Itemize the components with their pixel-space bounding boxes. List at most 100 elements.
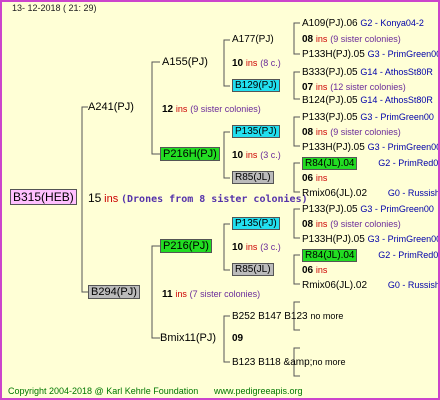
g3-a-line: G3 - PrimGreen00: [360, 112, 434, 122]
g5-ins: ins: [315, 219, 328, 229]
p216h-ins: ins: [245, 150, 258, 160]
g8-row[interactable]: B123 B118 &amp;no more: [232, 356, 345, 369]
g6-a-line: G2 - PrimRed01: [378, 250, 440, 260]
root-label: B315(HEB): [10, 189, 77, 205]
g2-ins: ins: [315, 82, 328, 92]
a155-node[interactable]: A155(PJ): [162, 56, 208, 68]
dam-label: B294(PJ): [88, 285, 140, 299]
sire-info: 12 ins (9 sister colonies): [162, 103, 261, 116]
p216-ins: ins: [245, 242, 258, 252]
g6-a[interactable]: R84(JL).04 G2 - PrimRed01: [302, 249, 440, 262]
g6-b-line: G0 - Russish: [387, 280, 440, 290]
g2-b[interactable]: B124(PJ).05 G14 - AthosSt80R: [302, 94, 433, 107]
r85a-label: R85(JL): [232, 171, 274, 184]
g1-b-label: P133H(PJ).05: [302, 49, 365, 60]
g1-a-line: G2 - Konya04-2: [360, 18, 424, 28]
dam-sis: (7 sister colonies): [189, 289, 261, 299]
g4-b[interactable]: Rmix06(JL).02 G0 - Russish: [302, 187, 440, 200]
r85b-node[interactable]: R85(JL): [232, 263, 274, 276]
g7-more: no more: [310, 311, 344, 321]
p216h-num: 10: [232, 150, 244, 161]
r85a-node[interactable]: R85(JL): [232, 171, 274, 184]
r85b-label: R85(JL): [232, 263, 274, 276]
g4-info: 06 ins: [302, 172, 327, 185]
dam-node[interactable]: B294(PJ): [88, 285, 140, 299]
g1-num: 08: [302, 34, 314, 45]
b129-node[interactable]: B129(PJ): [232, 79, 280, 92]
root-ins: ins: [104, 193, 119, 205]
g4-b-line: G0 - Russish: [387, 188, 440, 198]
p216-label: P216(PJ): [160, 239, 212, 253]
dam-ins: ins: [175, 289, 187, 299]
g1-b[interactable]: P133H(PJ).05 G3 - PrimGreen00: [302, 48, 440, 61]
g2-a[interactable]: B333(PJ).05 G14 - AthosSt80R: [302, 66, 433, 79]
g1-a[interactable]: A109(PJ).06 G2 - Konya04-2: [302, 17, 424, 30]
p216-num: 10: [232, 242, 244, 253]
a155-num: 10: [232, 58, 244, 69]
g6-b[interactable]: Rmix06(JL).02 G0 - Russish: [302, 279, 440, 292]
sire-sis: (9 sister colonies): [190, 104, 261, 114]
g2-a-line: G14 - AthosSt80R: [360, 67, 433, 77]
g6-a-label: R84(JL).04: [302, 249, 358, 262]
g4-a[interactable]: R84(JL).04 G2 - PrimRed01: [302, 157, 440, 170]
g1-sis: (9 sister colonies): [330, 34, 401, 44]
p216h-label: P216H(PJ): [160, 147, 220, 161]
g3-b[interactable]: P133H(PJ).05 G3 - PrimGreen00: [302, 141, 440, 154]
sire-node[interactable]: A241(PJ): [88, 101, 134, 113]
bmix-info: 09: [232, 333, 243, 345]
g3-sis: (9 sister colonies): [330, 127, 401, 137]
g5-a[interactable]: P133(PJ).05 G3 - PrimGreen00: [302, 203, 434, 216]
g4-a-label: R84(JL).04: [302, 157, 358, 170]
g4-b-label: Rmix06(JL).02: [302, 188, 368, 199]
g5-b-line: G3 - PrimGreen00: [367, 234, 440, 244]
p135a-label: P135(PJ): [232, 125, 280, 138]
a177-node[interactable]: A177(PJ): [232, 34, 274, 46]
dam-num: 11: [162, 289, 173, 300]
g2-b-line: G14 - AthosSt80R: [360, 95, 433, 105]
g6-info: 06 ins: [302, 264, 327, 277]
dam-info: 11 ins (7 sister colonies): [162, 288, 260, 301]
root-node[interactable]: B315(HEB): [10, 189, 77, 205]
g6-num: 06: [302, 265, 314, 276]
bmix-num: 09: [232, 333, 244, 344]
root-num: 15: [88, 191, 102, 205]
g1-info: 08 ins (9 sister colonies): [302, 33, 401, 46]
site-link[interactable]: www.pedigreeapis.org: [214, 386, 303, 396]
sire-num: 12: [162, 104, 174, 115]
bmix-node[interactable]: Bmix11(PJ): [160, 332, 216, 344]
p216-info: 10 ins (3 c.): [232, 241, 281, 254]
g5-num: 08: [302, 219, 314, 230]
g3-b-line: G3 - PrimGreen00: [367, 142, 440, 152]
pedigree-panel: { "header": { "date": "13- 12-2018 ( 21:…: [0, 0, 440, 400]
a155-sis: (8 c.): [260, 58, 281, 68]
g5-sis: (9 sister colonies): [330, 219, 401, 229]
p216-sis: (3 c.): [260, 242, 281, 252]
g3-a[interactable]: P133(PJ).05 G3 - PrimGreen00: [302, 111, 434, 124]
g2-sis: (12 sister colonies): [330, 82, 406, 92]
g1-b-line: G3 - PrimGreen00: [367, 49, 440, 59]
g1-a-label: A109(PJ).06: [302, 18, 358, 29]
p135b-node[interactable]: P135(PJ): [232, 217, 280, 230]
copyright-text: Copyright 2004-2018 @ Karl Kehrle Founda…: [8, 386, 199, 396]
g2-info: 07 ins (12 sister colonies): [302, 81, 406, 94]
p216h-node[interactable]: P216H(PJ): [160, 147, 220, 161]
g5-a-line: G3 - PrimGreen00: [360, 204, 434, 214]
g5-b[interactable]: P133H(PJ).05 G3 - PrimGreen00: [302, 233, 440, 246]
b129-label: B129(PJ): [232, 79, 280, 92]
g3-ins: ins: [315, 127, 328, 137]
report-date: 13- 12-2018 ( 21: 29): [12, 3, 97, 13]
root-drones: (Drones from 8 sister colonies): [120, 194, 308, 205]
root-inbreeding: 15 ins (Drones from 8 sister colonies): [88, 192, 308, 206]
g3-info: 08 ins (9 sister colonies): [302, 126, 401, 139]
p216-node[interactable]: P216(PJ): [160, 239, 212, 253]
g8-more: no more: [312, 357, 346, 367]
g5-info: 08 ins (9 sister colonies): [302, 218, 401, 231]
g7-row[interactable]: B252 B147 B123 no more: [232, 310, 343, 323]
g3-a-label: P133(PJ).05: [302, 112, 358, 123]
g2-b-label: B124(PJ).05: [302, 95, 358, 106]
g5-b-label: P133H(PJ).05: [302, 234, 365, 245]
p135a-node[interactable]: P135(PJ): [232, 125, 280, 138]
g4-a-line: G2 - PrimRed01: [378, 158, 440, 168]
g8-label: B123 B118 &amp;: [232, 357, 313, 368]
g5-a-label: P133(PJ).05: [302, 204, 358, 215]
